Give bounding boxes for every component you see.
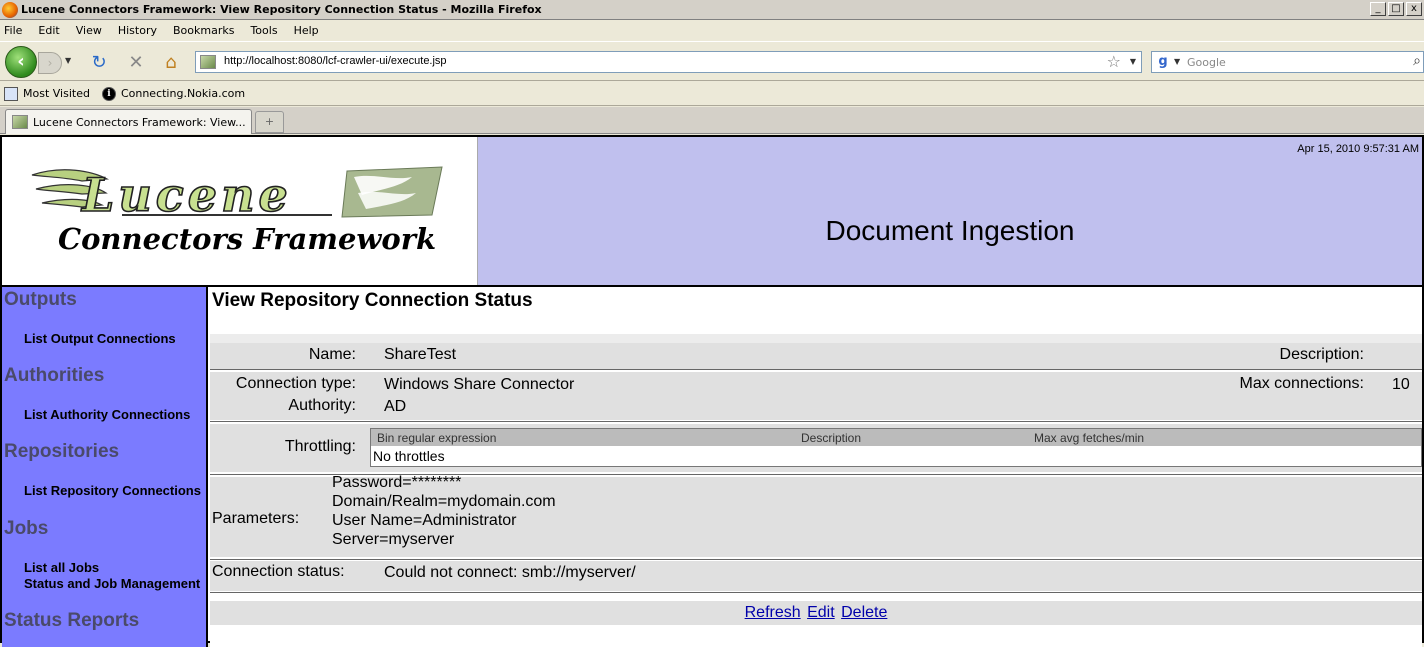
header-banner: Apr 15, 2010 9:57:31 AM Document Ingesti… [478,137,1422,285]
delete-link[interactable]: Delete [841,604,887,621]
bookmark-label: Most Visited [23,87,90,100]
close-button[interactable]: x [1406,2,1422,16]
new-tab-button[interactable]: + [255,111,284,133]
search-input[interactable]: Google [1187,56,1226,69]
tab-favicon-icon [12,115,28,129]
search-bar[interactable]: g ▼ Google ⌕ [1151,51,1424,73]
logo-word-lucene: Lucene [80,168,292,222]
parameter-username: User Name=Administrator [332,512,517,529]
connection-type-value: Windows Share Connector [384,376,575,393]
name-value: ShareTest [384,346,457,363]
menu-file[interactable]: File [4,24,22,37]
maximize-button[interactable]: □ [1388,2,1404,16]
section-title: View Repository Connection Status [210,290,1422,336]
column-description: Description [801,431,862,445]
info-icon: i [101,86,116,101]
authority-value: AD [384,398,407,415]
main-content: View Repository Connection Status Name: … [210,287,1422,647]
minimize-button[interactable]: _ [1370,2,1386,16]
refresh-link[interactable]: Refresh [745,604,801,621]
tab-bar: Lucene Connectors Framework: View... + [0,107,1424,134]
nav-link-list-authority-connections[interactable]: List Authority Connections [24,407,190,422]
window-title: Lucene Connectors Framework: View Reposi… [21,3,542,16]
nav-heading-outputs: Outputs [4,289,77,310]
connection-type-label: Connection type: [235,375,356,392]
window-controls: _ □ x [1370,2,1422,16]
max-connections-label: Max connections: [1239,375,1364,392]
parameter-domain: Domain/Realm=mydomain.com [332,493,556,510]
page-content: Lucene Connectors Framework Apr 15, 2010… [0,135,1424,647]
name-row: Name: ShareTest Description: [210,343,1422,369]
menu-help[interactable]: Help [294,24,319,37]
url-dropdown-icon[interactable]: ▼ [1130,57,1136,66]
site-favicon-icon [200,55,216,69]
bookmark-folder-icon [4,86,18,101]
parameter-server: Server=myserver [332,531,455,548]
throttling-table-header: Bin regular expression Description Max a… [371,429,1421,446]
reload-icon[interactable]: ↻ [88,52,110,74]
max-connections-value: 10 [1392,376,1410,393]
lucene-logo: Lucene Connectors Framework [31,166,443,256]
menu-view[interactable]: View [76,24,102,37]
logo-flag-icon [341,166,443,218]
authority-label: Authority: [288,397,356,414]
menu-tools[interactable]: Tools [250,24,277,37]
parameter-password: Password=******** [332,474,462,491]
throttling-label: Throttling: [284,438,356,455]
throttling-empty-message: No throttles [373,448,445,464]
parameters-row: Parameters: Password=******** Domain/Rea… [210,474,1422,557]
bookmark-most-visited[interactable]: Most Visited [4,86,90,101]
nav-link-list-all-jobs[interactable]: List all Jobs [24,560,99,575]
action-links: Refresh Edit Delete [210,601,1422,625]
bookmark-connecting-nokia[interactable]: i Connecting.Nokia.com [101,86,246,101]
description-label: Description: [1279,346,1364,363]
connection-status-label: Connection status: [212,563,345,580]
tab-label: Lucene Connectors Framework: View... [33,115,246,129]
logo-subtitle: Connectors Framework [58,222,436,256]
menu-edit[interactable]: Edit [38,24,59,37]
edit-link[interactable]: Edit [807,604,835,621]
nav-link-status-and-job-management[interactable]: Status and Job Management [24,576,200,591]
window-title-bar: Lucene Connectors Framework: View Reposi… [0,0,1424,20]
menu-history[interactable]: History [118,24,157,37]
header-datetime: Apr 15, 2010 9:57:31 AM [1297,143,1419,155]
menu-bookmarks[interactable]: Bookmarks [173,24,234,37]
name-label: Name: [308,346,356,363]
google-icon[interactable]: g [1154,54,1172,70]
page-heading: Document Ingestion [825,215,1075,246]
nav-heading-repositories: Repositories [4,441,120,462]
column-max-fetches: Max avg fetches/min [1034,431,1145,445]
address-bar[interactable]: http://localhost:8080/lcf-crawler-ui/exe… [195,51,1142,73]
title-band [210,334,1422,343]
throttling-table: Bin regular expression Description Max a… [370,428,1422,467]
sidebar-nav: Outputs List Output Connections Authorit… [2,287,208,647]
home-icon[interactable]: ⌂ [160,52,182,74]
connection-status-row: Connection status: Could not connect: sm… [210,561,1422,591]
forward-button[interactable]: › [38,52,62,74]
connection-status-value: Could not connect: smb://myserver/ [384,564,636,581]
nav-heading-authorities: Authorities [4,365,105,386]
search-icon[interactable]: ⌕ [1413,53,1421,69]
search-engine-dropdown-icon[interactable]: ▼ [1174,57,1180,66]
stop-icon[interactable]: ✕ [125,52,147,74]
parameters-label: Parameters: [212,510,300,527]
back-button[interactable]: ‹ [5,46,37,78]
nav-heading-jobs: Jobs [4,518,49,539]
nav-link-list-output-connections[interactable]: List Output Connections [24,331,176,346]
nav-heading-status-reports: Status Reports [4,610,140,631]
menu-bar: File Edit View History Bookmarks Tools H… [0,20,1424,41]
logo-banner: Lucene Connectors Framework [2,137,478,285]
bookmark-label: Connecting.Nokia.com [120,87,246,100]
bookmarks-toolbar: Most Visited i Connecting.Nokia.com [0,82,1424,106]
nav-link-list-repository-connections[interactable]: List Repository Connections [24,483,201,498]
tab-active[interactable]: Lucene Connectors Framework: View... [5,109,252,134]
history-dropdown-icon[interactable]: ▼ [65,56,71,65]
firefox-icon [2,1,18,18]
bookmark-star-icon[interactable]: ☆ [1107,52,1121,71]
navigation-toolbar: ‹ › ▼ ↻ ✕ ⌂ http://localhost:8080/lcf-cr… [0,41,1424,81]
connection-type-row: Connection type: Windows Share Connector… [210,372,1422,420]
column-bin-regex: Bin regular expression [377,431,497,445]
address-url[interactable]: http://localhost:8080/lcf-crawler-ui/exe… [224,55,447,67]
